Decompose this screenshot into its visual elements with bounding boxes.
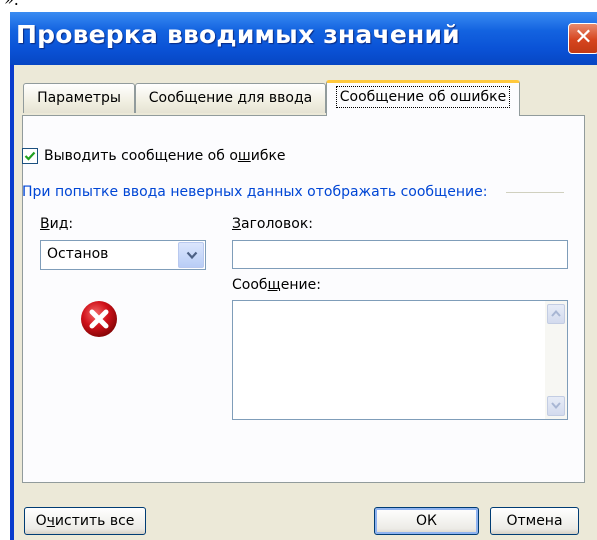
message-scrollbar[interactable]	[545, 301, 567, 419]
show-error-checkbox[interactable]	[22, 148, 38, 164]
style-dropdown-button[interactable]	[178, 242, 204, 268]
tab-parameters-label: Параметры	[37, 90, 121, 106]
tab-panel	[22, 115, 585, 483]
group-label: При попытке ввода неверных данных отобра…	[22, 184, 488, 200]
scroll-down-button[interactable]	[547, 396, 565, 416]
title-bar[interactable]: Проверка вводимых значений ✕	[10, 12, 597, 65]
group-divider	[506, 192, 564, 193]
caption-fragment: ».	[4, 0, 19, 9]
style-select-value: Останов	[47, 246, 109, 262]
message-label: Сообщение:	[232, 277, 321, 293]
show-error-label[interactable]: Выводить сообщение об ошибке	[44, 148, 286, 164]
clear-all-button[interactable]: Очистить все	[24, 507, 146, 535]
tab-error-alert[interactable]: Сообщение об ошибке	[326, 80, 520, 116]
chevron-up-icon	[551, 310, 561, 317]
title-input[interactable]	[232, 240, 568, 269]
ok-button[interactable]: ОК	[374, 507, 479, 535]
page-fragment: ».	[0, 0, 597, 12]
scroll-up-button[interactable]	[547, 304, 565, 324]
window-title: Проверка вводимых значений	[16, 20, 460, 49]
checkmark-icon	[24, 151, 36, 161]
close-button[interactable]: ✕	[568, 23, 597, 54]
message-textarea[interactable]	[232, 300, 568, 420]
tab-error-alert-label: Сообщение об ошибке	[335, 86, 511, 108]
tab-input-message[interactable]: Сообщение для ввода	[135, 83, 326, 113]
cancel-button[interactable]: Отмена	[490, 507, 579, 535]
style-select[interactable]: Останов	[40, 240, 206, 270]
tab-parameters[interactable]: Параметры	[23, 83, 135, 113]
data-validation-dialog: Проверка вводимых значений ✕ Параметры С…	[10, 12, 597, 540]
error-stop-icon	[81, 301, 117, 337]
style-label: Вид:	[40, 216, 74, 232]
title-label: Заголовок:	[232, 216, 313, 232]
tab-input-message-label: Сообщение для ввода	[148, 90, 313, 106]
chevron-down-icon	[551, 402, 561, 409]
chevron-down-icon	[186, 251, 198, 260]
